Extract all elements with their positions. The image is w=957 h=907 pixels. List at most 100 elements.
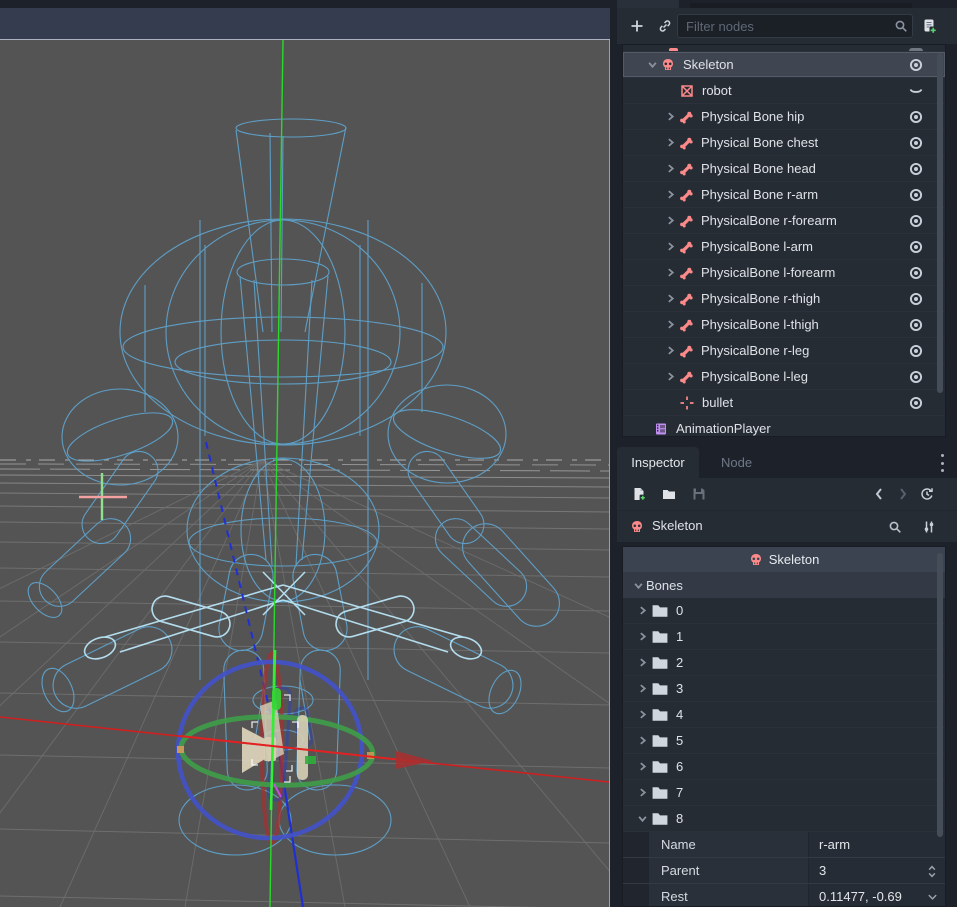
tree-node-physicalbone-r-forearm[interactable]: PhysicalBone r-forearm bbox=[623, 208, 945, 234]
property-label: Rest bbox=[649, 884, 808, 907]
category-skeleton[interactable]: Skeleton bbox=[623, 547, 945, 572]
visibility-toggle-open-icon[interactable] bbox=[907, 343, 924, 359]
bone-folder-2[interactable]: 2 bbox=[623, 650, 945, 676]
inspector-tab-bar: Inspector Node bbox=[617, 447, 957, 478]
bone-folder-3[interactable]: 3 bbox=[623, 676, 945, 702]
bone-folder-label: 6 bbox=[676, 759, 683, 774]
chevron-down-icon bbox=[645, 57, 660, 72]
plus-icon bbox=[630, 19, 644, 33]
inspector-object-row: Skeleton bbox=[617, 510, 957, 542]
property-value[interactable]: 3 bbox=[808, 858, 945, 883]
visibility-toggle-open-icon[interactable] bbox=[907, 369, 924, 385]
tree-node-bullet[interactable]: bullet bbox=[623, 390, 945, 416]
visibility-toggle-open-icon[interactable] bbox=[907, 135, 924, 151]
tree-node-physical-bone-hip[interactable]: Physical Bone hip bbox=[623, 104, 945, 130]
tree-node-physicalbone-l-thigh[interactable]: PhysicalBone l-thigh bbox=[623, 312, 945, 338]
dropdown-chevron-icon[interactable] bbox=[925, 889, 939, 905]
bone-folder-7[interactable]: 7 bbox=[623, 780, 945, 806]
tree-node-skeleton[interactable]: Skeleton bbox=[623, 52, 945, 78]
chevron-right-icon bbox=[663, 291, 678, 306]
inspector-scrollbar[interactable] bbox=[937, 553, 943, 837]
visibility-toggle-open-icon[interactable] bbox=[907, 187, 924, 203]
search-icon bbox=[888, 520, 902, 534]
chevron-right-icon bbox=[635, 603, 650, 618]
tree-node-physicalbone-l-leg[interactable]: PhysicalBone l-leg bbox=[623, 364, 945, 390]
new-resource-button[interactable] bbox=[629, 484, 649, 504]
tree-node-robot[interactable]: robot bbox=[623, 78, 945, 104]
skeleton-icon bbox=[749, 553, 763, 567]
search-properties-button[interactable] bbox=[885, 517, 905, 537]
bone-folder-5[interactable]: 5 bbox=[623, 728, 945, 754]
visibility-toggle-open-icon[interactable] bbox=[907, 109, 924, 125]
sliders-icon bbox=[922, 520, 936, 534]
link-icon bbox=[658, 19, 672, 33]
spinner-icon[interactable] bbox=[925, 863, 939, 879]
tree-node-animationplayer[interactable]: AnimationPlayer bbox=[623, 416, 945, 437]
tree-node-physicalbone-l-arm[interactable]: PhysicalBone l-arm bbox=[623, 234, 945, 260]
visibility-toggle-open-icon[interactable] bbox=[907, 161, 924, 177]
visibility-toggle-closed-icon[interactable] bbox=[907, 83, 924, 99]
bone-folder-4[interactable]: 4 bbox=[623, 702, 945, 728]
tree-node-physicalbone-l-forearm[interactable]: PhysicalBone l-forearm bbox=[623, 260, 945, 286]
visibility-toggle-open-icon[interactable] bbox=[907, 265, 924, 281]
tree-node-physical-bone-chest[interactable]: Physical Bone chest bbox=[623, 130, 945, 156]
load-resource-button[interactable] bbox=[659, 484, 679, 504]
bone-icon bbox=[678, 161, 694, 177]
chevron-down-icon bbox=[635, 811, 650, 826]
section-bones[interactable]: Bones bbox=[623, 572, 945, 598]
tree-node-physicalbone-r-thigh[interactable]: PhysicalBone r-thigh bbox=[623, 286, 945, 312]
folder-icon bbox=[652, 812, 668, 826]
chevron-right-icon bbox=[663, 265, 678, 280]
visibility-toggle-open-icon[interactable] bbox=[907, 317, 924, 333]
bone-icon bbox=[678, 187, 694, 203]
history-back-button[interactable] bbox=[869, 484, 889, 504]
scene-tree-scrollbar[interactable] bbox=[937, 53, 943, 393]
add-node-button[interactable] bbox=[627, 16, 647, 36]
folder-icon bbox=[652, 786, 668, 800]
bone-icon bbox=[678, 291, 694, 307]
history-clock-icon bbox=[920, 487, 934, 501]
manage-properties-button[interactable] bbox=[919, 517, 939, 537]
tab-inspector[interactable]: Inspector bbox=[617, 447, 699, 478]
folder-icon bbox=[652, 604, 668, 618]
bone-icon bbox=[678, 369, 694, 385]
instance-scene-button[interactable] bbox=[655, 16, 675, 36]
visibility-toggle-open-icon[interactable] bbox=[907, 291, 924, 307]
tree-node-physical-bone-r-arm[interactable]: Physical Bone r-arm bbox=[623, 182, 945, 208]
visibility-toggle-open-icon[interactable] bbox=[907, 239, 924, 255]
search-icon bbox=[894, 19, 908, 33]
robot-wireframe bbox=[22, 119, 569, 855]
bone-folder-label: 1 bbox=[676, 629, 683, 644]
visibility-toggle-open-icon[interactable] bbox=[907, 57, 924, 73]
tab-menu-icon[interactable] bbox=[935, 454, 949, 472]
bone-folder-0[interactable]: 0 bbox=[623, 598, 945, 624]
tree-node-label: PhysicalBone r-thigh bbox=[701, 291, 820, 306]
clipped-tree-row bbox=[623, 45, 945, 52]
chevron-right-icon bbox=[635, 681, 650, 696]
property-value[interactable]: 0.11477, -0.69 bbox=[808, 884, 945, 907]
bone-folder-6[interactable]: 6 bbox=[623, 754, 945, 780]
scene-tab-stub[interactable] bbox=[617, 0, 679, 8]
folder-icon bbox=[652, 760, 668, 774]
tree-node-physical-bone-head[interactable]: Physical Bone head bbox=[623, 156, 945, 182]
history-forward-button[interactable] bbox=[893, 484, 913, 504]
chevron-right-icon bbox=[635, 785, 650, 800]
skeleton-icon bbox=[627, 517, 647, 537]
new-resource-icon bbox=[632, 487, 646, 501]
3d-viewport[interactable] bbox=[0, 40, 610, 907]
tab-node[interactable]: Node bbox=[713, 447, 760, 478]
visibility-toggle-open-icon[interactable] bbox=[907, 213, 924, 229]
bone-folder-1[interactable]: 1 bbox=[623, 624, 945, 650]
property-row-name: Namer-arm bbox=[623, 832, 945, 858]
visibility-toggle-open-icon[interactable] bbox=[907, 395, 924, 411]
property-value[interactable]: r-arm bbox=[808, 832, 945, 857]
tree-node-label: Physical Bone hip bbox=[701, 109, 804, 124]
tree-node-physicalbone-r-leg[interactable]: PhysicalBone r-leg bbox=[623, 338, 945, 364]
bone-folder-8[interactable]: 8 bbox=[623, 806, 945, 832]
object-history-button[interactable] bbox=[917, 484, 937, 504]
save-resource-button[interactable] bbox=[689, 484, 709, 504]
filter-nodes-field bbox=[677, 14, 913, 38]
chevron-left-icon bbox=[874, 487, 884, 501]
filter-nodes-input[interactable] bbox=[677, 14, 913, 38]
attach-script-button[interactable] bbox=[919, 16, 939, 36]
